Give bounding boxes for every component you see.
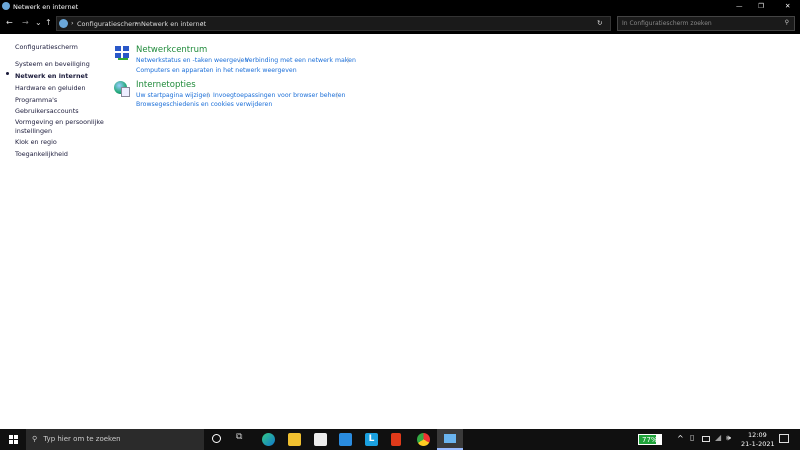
control-panel-icon — [444, 434, 456, 443]
sidebar-item-netwerk[interactable]: Netwerk en internet — [15, 72, 88, 80]
search-icon: ⚲ — [32, 435, 38, 443]
network-icon — [59, 19, 68, 28]
minimize-button[interactable]: — — [736, 2, 743, 10]
maximize-button[interactable]: ❐ — [758, 2, 764, 10]
netwerkcentrum-heading[interactable]: Netwerkcentrum — [136, 45, 207, 55]
address-bar-row: ← → ⌄ ↑ › Configuratiescherm › Netwerk e… — [0, 13, 800, 34]
taskbar: ⚲ Typ hier om te zoeken ⧉ L 77% ^ ▯ ◢ 🕪 … — [0, 429, 800, 450]
link-computers-apparaten[interactable]: Computers en apparaten in het netwerk we… — [136, 67, 297, 74]
breadcrumb-separator: › — [71, 19, 74, 27]
clock-time[interactable]: 12:09 — [748, 431, 767, 439]
network-icon — [2, 2, 10, 10]
search-input[interactable]: In Configuratiescherm zoeken ⚲ — [617, 16, 795, 31]
device-icon[interactable]: ▯ — [690, 433, 694, 442]
link-invoegtoepassingen[interactable]: Invoegtoepassingen voor browser beheren — [213, 92, 345, 99]
sidebar-item-klok[interactable]: Klok en regio — [15, 138, 57, 146]
taskbar-search-box[interactable]: ⚲ Typ hier om te zoeken — [26, 429, 204, 450]
breadcrumb-netwerk-en-internet[interactable]: Netwerk en internet — [141, 20, 206, 28]
link-separator: | — [336, 92, 339, 99]
app-l-icon[interactable]: L — [365, 433, 378, 446]
battery-percent: 77% — [642, 436, 658, 444]
recent-locations-button[interactable]: ⌄ — [35, 18, 42, 27]
active-bullet — [6, 72, 9, 75]
refresh-button[interactable]: ↻ — [597, 19, 602, 27]
search-placeholder: In Configuratiescherm zoeken — [622, 20, 712, 27]
sidebar-item-toegankelijkheid[interactable]: Toegankelijkheid — [15, 150, 68, 158]
link-verbinding-maken[interactable]: Verbinding met een netwerk maken — [245, 57, 356, 64]
task-view-icon[interactable]: ⧉ — [236, 432, 242, 442]
link-startpagina[interactable]: Uw startpagina wijzigen — [136, 92, 210, 99]
cortana-icon[interactable] — [212, 434, 221, 443]
link-netwerkstatus[interactable]: Netwerkstatus en -taken weergeven — [136, 57, 248, 64]
sidebar-item-systeem[interactable]: Systeem en beveiliging — [15, 60, 90, 68]
sidebar-item-vormgeving[interactable]: Vormgeving en persoonlijke instellingen — [15, 118, 105, 135]
link-separator: | — [347, 57, 350, 64]
chrome-icon[interactable] — [417, 433, 430, 446]
battery-indicator[interactable]: 77% — [638, 434, 662, 445]
clock-date[interactable]: 21-1-2021 — [741, 440, 775, 448]
link-separator: | — [239, 57, 242, 64]
control-panel-taskbar-button[interactable] — [437, 429, 463, 450]
edge-icon[interactable] — [262, 433, 275, 446]
breadcrumb-separator: › — [201, 19, 204, 27]
notifications-icon[interactable] — [779, 434, 789, 443]
taskbar-search-placeholder: Typ hier om te zoeken — [43, 435, 121, 443]
title-bar: Netwerk en internet — ❐ ✕ — [0, 0, 800, 13]
store-icon[interactable] — [314, 433, 327, 446]
address-field[interactable]: › Configuratiescherm › Netwerk en intern… — [56, 16, 611, 31]
file-explorer-icon[interactable] — [288, 433, 301, 446]
forward-button[interactable]: → — [22, 18, 29, 27]
internet-options-icon — [114, 81, 130, 97]
sidebar-item-gebruikersaccounts[interactable]: Gebruikersaccounts — [15, 107, 79, 115]
window-title: Netwerk en internet — [13, 3, 79, 11]
office-icon[interactable] — [391, 433, 401, 446]
close-button[interactable]: ✕ — [785, 2, 790, 10]
sidebar-home-link[interactable]: Configuratiescherm — [15, 43, 78, 51]
search-icon: ⚲ — [784, 19, 789, 26]
link-separator: | — [207, 92, 210, 99]
back-button[interactable]: ← — [6, 18, 13, 27]
volume-icon[interactable]: 🕪 — [726, 433, 731, 443]
breadcrumb-configuratiescherm[interactable]: Configuratiescherm — [77, 20, 141, 28]
start-button[interactable] — [9, 435, 18, 444]
sidebar-item-hardware[interactable]: Hardware en geluiden — [15, 84, 86, 92]
up-button[interactable]: ↑ — [45, 18, 52, 27]
sidebar-item-programmas[interactable]: Programma's — [15, 96, 57, 104]
show-hidden-icons-button[interactable]: ^ — [677, 434, 684, 443]
breadcrumb-separator: › — [135, 19, 138, 27]
internetopties-heading[interactable]: Internetopties — [136, 80, 196, 90]
battery-icon[interactable] — [702, 436, 710, 442]
wifi-icon[interactable]: ◢ — [715, 433, 721, 442]
mail-icon[interactable] — [339, 433, 352, 446]
link-browsegeschiedenis[interactable]: Browsegeschiedenis en cookies verwijdere… — [136, 101, 272, 108]
network-center-icon — [115, 46, 129, 60]
